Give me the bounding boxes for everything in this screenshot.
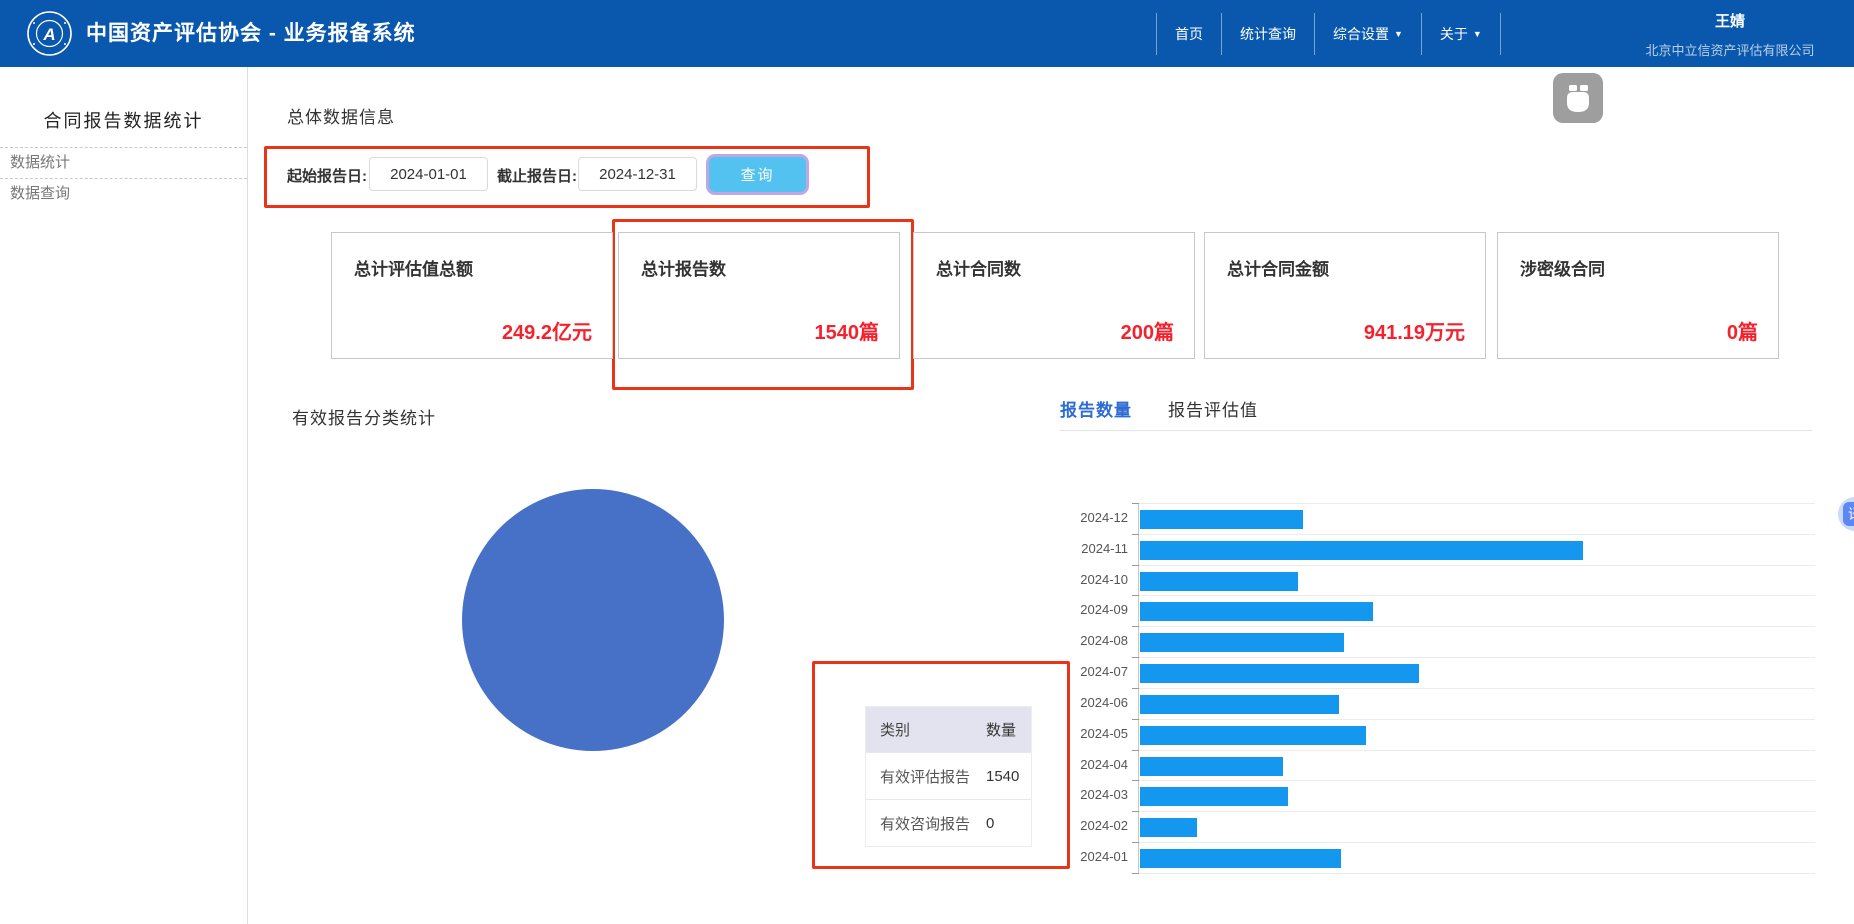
stat-card-3: 总计合同数 200篇	[913, 232, 1195, 359]
stat-card-title: 涉密级合同	[1520, 260, 1605, 279]
stat-card-value: 941.19万元	[1363, 322, 1465, 344]
sidebar-title: 合同报告数据统计	[43, 111, 204, 131]
table-header-cell: 数量	[986, 722, 1017, 739]
stat-card-title: 总计报告数	[641, 260, 726, 279]
bar-axis-label: 2024-07	[1080, 664, 1128, 680]
user-company: 北京中立信资产评估有限公司	[1645, 43, 1815, 58]
pie-section-title: 有效报告分类统计	[292, 409, 436, 428]
bar-row	[1132, 657, 1815, 688]
chevron-down-icon: ▼	[1472, 28, 1482, 39]
bar-chart-axis-labels: 2024-12 2024-11 2024-10 2024-09 2024-08 2024-…	[1018, 503, 1128, 873]
nav-item-3[interactable]: 综合设置 ▼	[1315, 12, 1422, 55]
bar-axis-label: 2024-04	[1080, 756, 1128, 772]
user-info[interactable]: 王婧 北京中立信资产评估有限公司	[1620, 0, 1840, 59]
bar-row	[1132, 842, 1815, 873]
start-date-input[interactable]	[369, 157, 488, 191]
stat-card-title: 总计评估值总额	[354, 260, 473, 279]
bar-row	[1132, 595, 1815, 626]
chart-tabs: 报告数量 报告评估值	[1060, 396, 1258, 421]
bar	[1140, 602, 1373, 622]
bar	[1140, 787, 1288, 807]
bar	[1140, 756, 1283, 776]
stat-card-value: 200篇	[1120, 322, 1174, 344]
table-row: 有效评估报告 1540	[866, 752, 1031, 799]
bar	[1140, 664, 1419, 684]
legend-table: 类别 数量有效评估报告 1540 有效咨询报告 0	[865, 706, 1032, 847]
tabs-underline	[1060, 430, 1812, 431]
tab-2[interactable]: 报告评估值	[1168, 396, 1258, 421]
svg-text:A: A	[42, 25, 55, 44]
end-date-label: 截止报告日:	[497, 168, 577, 185]
sidebar-menu: 数据统计 数据查询	[0, 147, 247, 209]
bar-row	[1132, 564, 1815, 596]
bar-axis-label: 2024-01	[1080, 849, 1128, 865]
table-cell-count: 1540	[986, 767, 1020, 785]
bar	[1140, 849, 1341, 869]
bar-axis-label: 2024-05	[1080, 725, 1128, 741]
association-logo-icon: A	[26, 10, 73, 57]
bar-axis-label: 2024-03	[1080, 787, 1128, 803]
table-row: 有效咨询报告 0	[866, 799, 1031, 846]
translate-fab[interactable]: 译	[1838, 497, 1854, 531]
stat-card-value: 1540篇	[814, 322, 880, 344]
table-cell-count: 0	[986, 814, 995, 832]
section-title-overview: 总体数据信息	[287, 108, 395, 127]
bar-axis-label: 2024-08	[1080, 633, 1128, 649]
bar-row	[1132, 811, 1815, 842]
bar-axis-label: 2024-11	[1081, 540, 1128, 556]
bar	[1140, 725, 1366, 745]
bar-axis-label: 2024-10	[1080, 571, 1128, 587]
bar	[1140, 510, 1303, 529]
stat-card-2: 总计报告数 1540篇	[618, 232, 900, 359]
bar-axis-label: 2024-09	[1080, 602, 1128, 618]
stat-card-1: 总计评估值总额 249.2亿元	[331, 232, 613, 359]
bar-row	[1132, 533, 1815, 565]
translate-icon: 译	[1843, 502, 1854, 526]
sidebar-item-2[interactable]: 数据查询	[0, 178, 247, 209]
bar-axis-label: 2024-06	[1080, 694, 1128, 710]
bar	[1140, 571, 1298, 591]
bar-axis-label: 2024-02	[1080, 818, 1128, 834]
main-nav: 首页 统计查询 综合设置 ▼ 关于 ▼	[1156, 0, 1501, 67]
bar	[1140, 818, 1197, 838]
user-name: 王婧	[1714, 13, 1745, 30]
table-header-row: 类别 数量	[866, 707, 1031, 752]
pie-chart	[462, 489, 724, 751]
bar-row	[1132, 749, 1815, 781]
end-date-input[interactable]	[578, 157, 697, 191]
bar-row	[1132, 718, 1815, 750]
bar-row	[1132, 780, 1815, 811]
nav-item-2[interactable]: 统计查询	[1222, 12, 1315, 55]
accessibility-widget-button[interactable]	[1553, 73, 1603, 123]
stat-card-title: 总计合同金额	[1227, 260, 1329, 279]
bar-chart	[1132, 503, 1815, 874]
nav-item-1[interactable]: 首页	[1156, 12, 1222, 55]
app-title: 中国资产评估协会 - 业务报备系统	[86, 22, 416, 45]
bar	[1140, 633, 1344, 653]
bar-row	[1132, 687, 1815, 719]
app-header: A 中国资产评估协会 - 业务报备系统 首页 统计查询 综合设置 ▼ 关于 ▼ 王婧 北京…	[0, 0, 1854, 67]
chevron-down-icon: ▼	[1394, 28, 1403, 39]
stat-card-5: 涉密级合同 0篇	[1497, 232, 1779, 359]
bar-axis-label: 2024-12	[1080, 510, 1128, 525]
stat-card-4: 总计合同金额 941.19万元	[1204, 232, 1486, 359]
table-header-cell: 类别	[880, 722, 911, 739]
bar	[1140, 540, 1583, 560]
bar-row	[1132, 626, 1815, 657]
sidebar-item-1[interactable]: 数据统计	[0, 147, 247, 178]
table-cell-category: 有效咨询报告	[880, 815, 971, 833]
tab-1[interactable]: 报告数量	[1060, 396, 1132, 421]
mouse-icon	[1567, 85, 1589, 112]
nav-item-4[interactable]: 关于 ▼	[1422, 12, 1501, 55]
table-cell-category: 有效评估报告	[880, 768, 971, 786]
bar	[1140, 694, 1339, 714]
sidebar: 合同报告数据统计 数据统计 数据查询	[0, 67, 248, 924]
stat-card-value: 249.2亿元	[501, 322, 592, 344]
start-date-label: 起始报告日:	[287, 168, 367, 185]
stat-card-value: 0篇	[1726, 322, 1758, 344]
bar-row	[1132, 503, 1815, 534]
stat-card-title: 总计合同数	[936, 260, 1021, 279]
query-button[interactable]: 查询	[706, 154, 809, 195]
